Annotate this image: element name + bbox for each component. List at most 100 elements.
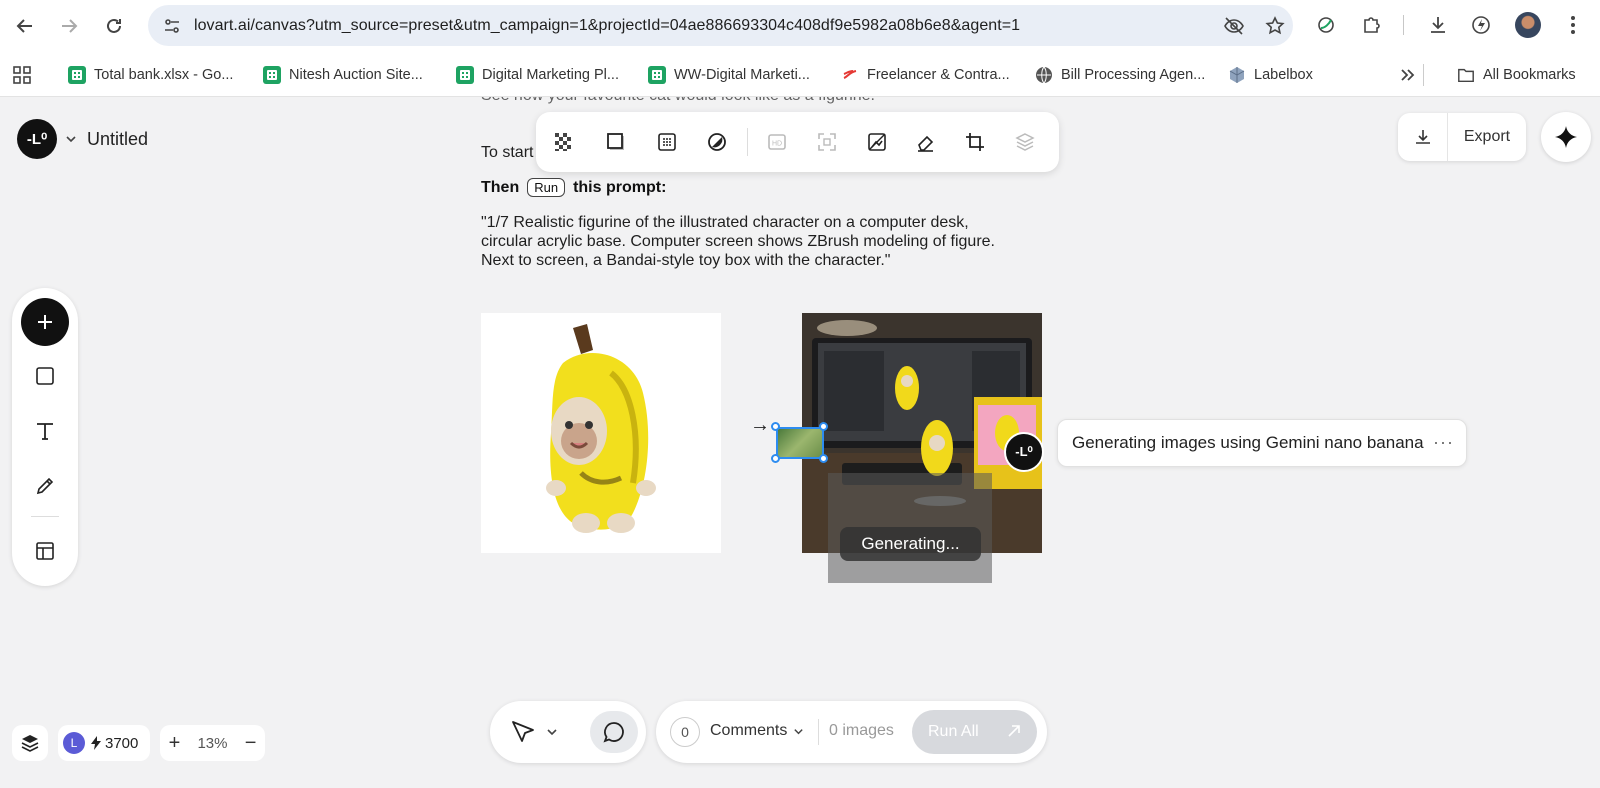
prompt-text: "1/7 Realistic figurine of the illustrat… (481, 214, 995, 269)
download-icon[interactable] (1425, 12, 1451, 38)
zoom-level[interactable]: 13% (197, 735, 227, 752)
address-bar[interactable]: lovart.ai/canvas?utm_source=preset&utm_c… (148, 5, 1293, 46)
crop-icon[interactable] (961, 128, 989, 156)
bookmark-item[interactable]: Total bank.xlsx - Go... (68, 64, 233, 86)
bookmark-item[interactable]: Bill Processing Agen... (1035, 64, 1205, 86)
toolbar-separator (747, 128, 748, 156)
shadow-frame-icon[interactable] (602, 128, 630, 156)
sheets-icon (456, 66, 474, 84)
bookmark-label: Labelbox (1254, 67, 1313, 83)
star-icon[interactable] (1263, 14, 1287, 38)
resize-handle[interactable] (771, 422, 780, 431)
puzzle-extensions-icon[interactable] (1359, 12, 1385, 38)
zoom-out-icon[interactable]: − (245, 732, 257, 755)
kebab-menu-icon[interactable] (1560, 12, 1586, 38)
rail-separator (31, 516, 59, 517)
layers-icon (21, 735, 39, 752)
labelbox-icon (1228, 66, 1246, 84)
url-text[interactable]: lovart.ai/canvas?utm_source=preset&utm_c… (194, 17, 1020, 35)
more-bookmarks-icon[interactable] (1399, 64, 1415, 86)
design-canvas[interactable]: See how your favourite cat would look li… (0, 97, 1600, 788)
back-icon[interactable] (9, 10, 41, 42)
generating-label: Generating... (840, 527, 981, 561)
eye-off-icon[interactable] (1222, 14, 1246, 38)
image-count: 0 images (829, 722, 894, 739)
bookmark-label: Total bank.xlsx - Go... (94, 67, 234, 83)
bookmark-label: Digital Marketing Pl... (482, 67, 619, 83)
resize-handle[interactable] (771, 454, 780, 463)
extension-swirl-icon[interactable] (1313, 12, 1339, 38)
expand-icon[interactable] (813, 128, 841, 156)
select-tool-button[interactable] (510, 716, 566, 748)
plus-icon (38, 315, 52, 329)
all-bookmarks[interactable]: All Bookmarks (1457, 64, 1576, 86)
eraser-icon[interactable] (912, 128, 940, 156)
run-divider (818, 719, 819, 745)
comments-dropdown[interactable]: Comments (710, 722, 804, 740)
apps-grid-icon[interactable] (12, 64, 32, 86)
layers-split-icon[interactable] (1011, 128, 1039, 156)
bookmark-label: Nitesh Auction Site... (289, 67, 423, 83)
grid-icon[interactable] (653, 128, 681, 156)
chevron-down-icon[interactable] (65, 133, 77, 145)
add-button[interactable] (21, 298, 69, 346)
profile-avatar[interactable] (1515, 12, 1541, 38)
hd-upscale-icon[interactable]: HD (763, 128, 791, 156)
run-controls: 0 Comments 0 images Run All (656, 701, 1047, 763)
folder-icon (1457, 66, 1475, 84)
sheets-icon (68, 66, 86, 84)
agent-status-bubble: Generating images using Gemini nano bana… (1057, 419, 1467, 467)
download-button[interactable] (1398, 113, 1448, 161)
template-tool-button[interactable] (21, 527, 69, 575)
project-header: -L⁰ Untitled (17, 119, 148, 159)
forward-icon[interactable] (53, 10, 85, 42)
run-chip[interactable]: Run (527, 178, 566, 197)
bookmark-item[interactable]: Digital Marketing Pl... (456, 64, 619, 86)
bookmarks-bar: Total bank.xlsx - Go... Nitesh Auction S… (0, 52, 1600, 97)
resize-handle[interactable] (819, 422, 828, 431)
sheets-icon (263, 66, 281, 84)
zoom-in-icon[interactable]: + (169, 732, 181, 755)
lovart-logo[interactable]: -L⁰ (17, 119, 57, 159)
then-prefix: Then (481, 178, 520, 196)
note-start-text: To start (481, 144, 534, 161)
chevron-down-icon[interactable] (546, 726, 558, 738)
zoom-control: + 13% − (160, 725, 265, 761)
ai-assistant-button[interactable] (1541, 112, 1591, 162)
then-suffix: this prompt: (573, 178, 667, 196)
performance-icon[interactable] (1468, 12, 1494, 38)
text-tool-button[interactable] (21, 407, 69, 455)
square-icon (36, 367, 54, 385)
selected-thumbnail[interactable] (776, 427, 824, 459)
more-options-icon[interactable]: ··· (1433, 432, 1454, 453)
bookmark-item[interactable]: Labelbox (1228, 64, 1313, 86)
bookmark-item[interactable]: Freelancer & Contra... (841, 64, 1010, 86)
layers-button[interactable] (12, 725, 48, 761)
project-title[interactable]: Untitled (87, 129, 148, 150)
chat-mode-button[interactable] (590, 711, 638, 753)
remove-background-icon[interactable] (863, 128, 891, 156)
bookmark-item[interactable]: Nitesh Auction Site... (263, 64, 423, 86)
credits-badge[interactable]: L 3700 (58, 725, 150, 761)
all-bookmarks-label: All Bookmarks (1483, 67, 1576, 83)
frame-tool-button[interactable] (21, 352, 69, 400)
transparency-icon[interactable] (550, 128, 578, 156)
bookmarks-divider (1423, 64, 1424, 86)
freelancer-icon (841, 66, 859, 84)
color-adjust-icon[interactable] (703, 128, 731, 156)
bookmark-item[interactable]: WW-Digital Marketi... (648, 64, 810, 86)
download-icon (1415, 130, 1430, 144)
reload-icon[interactable] (98, 10, 130, 42)
credit-count: 3700 (105, 734, 139, 752)
resize-handle[interactable] (819, 454, 828, 463)
pen-tool-button[interactable] (21, 462, 69, 510)
export-button[interactable]: Export (1448, 128, 1526, 146)
chevron-down-icon (794, 728, 804, 734)
svg-text:HD: HD (772, 141, 782, 148)
site-settings-icon[interactable] (156, 10, 188, 42)
bookmark-label: Bill Processing Agen... (1061, 67, 1206, 83)
reference-image[interactable] (481, 313, 721, 553)
bolt-icon (91, 736, 101, 750)
run-all-button[interactable]: Run All (912, 710, 1037, 754)
chat-bubble-icon (603, 722, 624, 743)
